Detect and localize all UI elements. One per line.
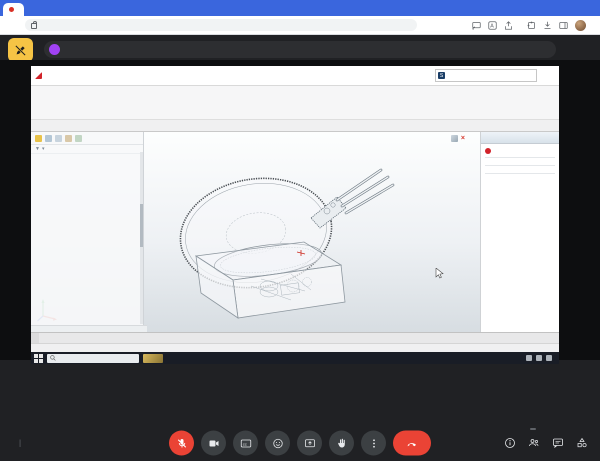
- activities-icon[interactable]: [576, 437, 588, 449]
- translate-icon[interactable]: A: [488, 21, 497, 30]
- camera-icon: [208, 437, 220, 449]
- meeting-panels: [504, 437, 588, 449]
- present-button[interactable]: [297, 431, 322, 456]
- active-tab[interactable]: [3, 3, 24, 16]
- info-icon[interactable]: [504, 437, 516, 449]
- display-manager-tab-icon[interactable]: [75, 135, 82, 142]
- browser-tab-strip: [0, 0, 600, 16]
- solidworks-logo: [35, 72, 44, 79]
- mic-toggle-button[interactable]: [169, 431, 194, 456]
- divider: [485, 173, 555, 174]
- chat-panel-button[interactable]: [552, 437, 564, 449]
- command-search-input[interactable]: S: [435, 69, 537, 82]
- reactions-button[interactable]: [265, 431, 290, 456]
- presenter-avatar: [49, 44, 60, 55]
- more-options-button[interactable]: [361, 431, 386, 456]
- captions-icon: cc: [240, 437, 252, 449]
- side-panel-icon[interactable]: [559, 21, 568, 30]
- tree-tab-bar: [31, 132, 143, 145]
- assembly-3d-model: [141, 136, 481, 326]
- welcome-link[interactable]: [485, 147, 555, 158]
- participant-count-badge: [530, 428, 536, 430]
- svg-text:A: A: [490, 23, 494, 29]
- separator: |: [19, 439, 21, 448]
- network-icon[interactable]: [536, 355, 542, 361]
- configuration-manager-tab-icon[interactable]: [55, 135, 62, 142]
- dimxpert-manager-tab-icon[interactable]: [65, 135, 72, 142]
- profile-avatar[interactable]: [575, 20, 586, 31]
- search-icon: [50, 355, 56, 361]
- recording-dot-icon: [9, 7, 14, 12]
- battery-icon[interactable]: [526, 355, 532, 361]
- solidworks-search-logo-icon: S: [438, 72, 445, 79]
- graphics-area[interactable]: ×: [31, 132, 559, 332]
- solidworks-welcome-icon: [485, 148, 491, 154]
- hand-icon: [336, 437, 348, 449]
- present-icon: [304, 437, 316, 449]
- mouse-cursor: [435, 268, 444, 279]
- participant-filmstrip: [8, 362, 592, 422]
- raise-hand-button[interactable]: [329, 431, 354, 456]
- svg-text:cc: cc: [242, 441, 246, 446]
- people-panel-button[interactable]: [528, 437, 540, 449]
- camera-toggle-button[interactable]: [201, 431, 226, 456]
- captions-button[interactable]: cc: [233, 431, 258, 456]
- address-bar[interactable]: [25, 19, 417, 31]
- task-pane-header: [481, 132, 559, 144]
- command-search-area: S: [435, 69, 555, 82]
- volume-icon[interactable]: [546, 355, 552, 361]
- share-icon[interactable]: [504, 21, 513, 30]
- tree-horizontal-scrollbar[interactable]: [31, 325, 147, 332]
- exit-sketch-icon[interactable]: [451, 135, 458, 142]
- divider: [485, 165, 555, 166]
- document-bottom-tabs: [31, 332, 559, 343]
- solidworks-logo-mark: [35, 72, 42, 79]
- feature-manager-tree: ▼ ▾: [31, 132, 144, 332]
- toolbar-icons: A: [472, 20, 593, 31]
- status-bar: [31, 343, 559, 352]
- end-call-icon: [406, 437, 418, 449]
- cancel-sketch-icon[interactable]: ×: [461, 135, 465, 142]
- presenter-banner[interactable]: [44, 41, 556, 58]
- command-manager-ribbon: [31, 86, 559, 120]
- meeting-meta: |: [13, 439, 27, 448]
- task-pane-body: [481, 144, 559, 181]
- meet-control-bar: | cc: [0, 425, 600, 461]
- confirmation-corner: ×: [451, 135, 465, 142]
- property-manager-tab-icon[interactable]: [45, 135, 52, 142]
- more-dots-icon: [368, 437, 380, 449]
- annotation-tool-button[interactable]: [8, 38, 33, 62]
- tree-filter-row[interactable]: ▼ ▾: [31, 145, 143, 154]
- task-pane: [480, 132, 559, 332]
- people-icon: [528, 437, 540, 449]
- end-call-button[interactable]: [393, 431, 431, 456]
- call-controls: cc: [169, 431, 431, 456]
- feature-manager-tab-icon[interactable]: [35, 135, 42, 142]
- extensions-icon[interactable]: [527, 21, 536, 30]
- system-tray: [518, 355, 559, 361]
- browser-toolbar: A: [0, 16, 600, 35]
- tree-vertical-scrollbar[interactable]: [140, 152, 143, 324]
- pen-off-icon: [14, 44, 27, 57]
- filter-caret-icon: ▾: [42, 146, 45, 152]
- tab-scroll-arrows[interactable]: [31, 333, 39, 343]
- solidworks-title-bar: S: [31, 66, 559, 86]
- screen: A: [0, 0, 600, 461]
- lock-icon: [31, 23, 37, 29]
- smiley-icon: [272, 437, 284, 449]
- command-manager-tabs: [31, 120, 559, 132]
- solidworks-window: S: [31, 66, 559, 358]
- mic-off-icon: [176, 437, 188, 449]
- cast-icon[interactable]: [472, 21, 481, 30]
- filter-funnel-icon: ▼: [35, 146, 40, 152]
- download-icon[interactable]: [543, 21, 552, 30]
